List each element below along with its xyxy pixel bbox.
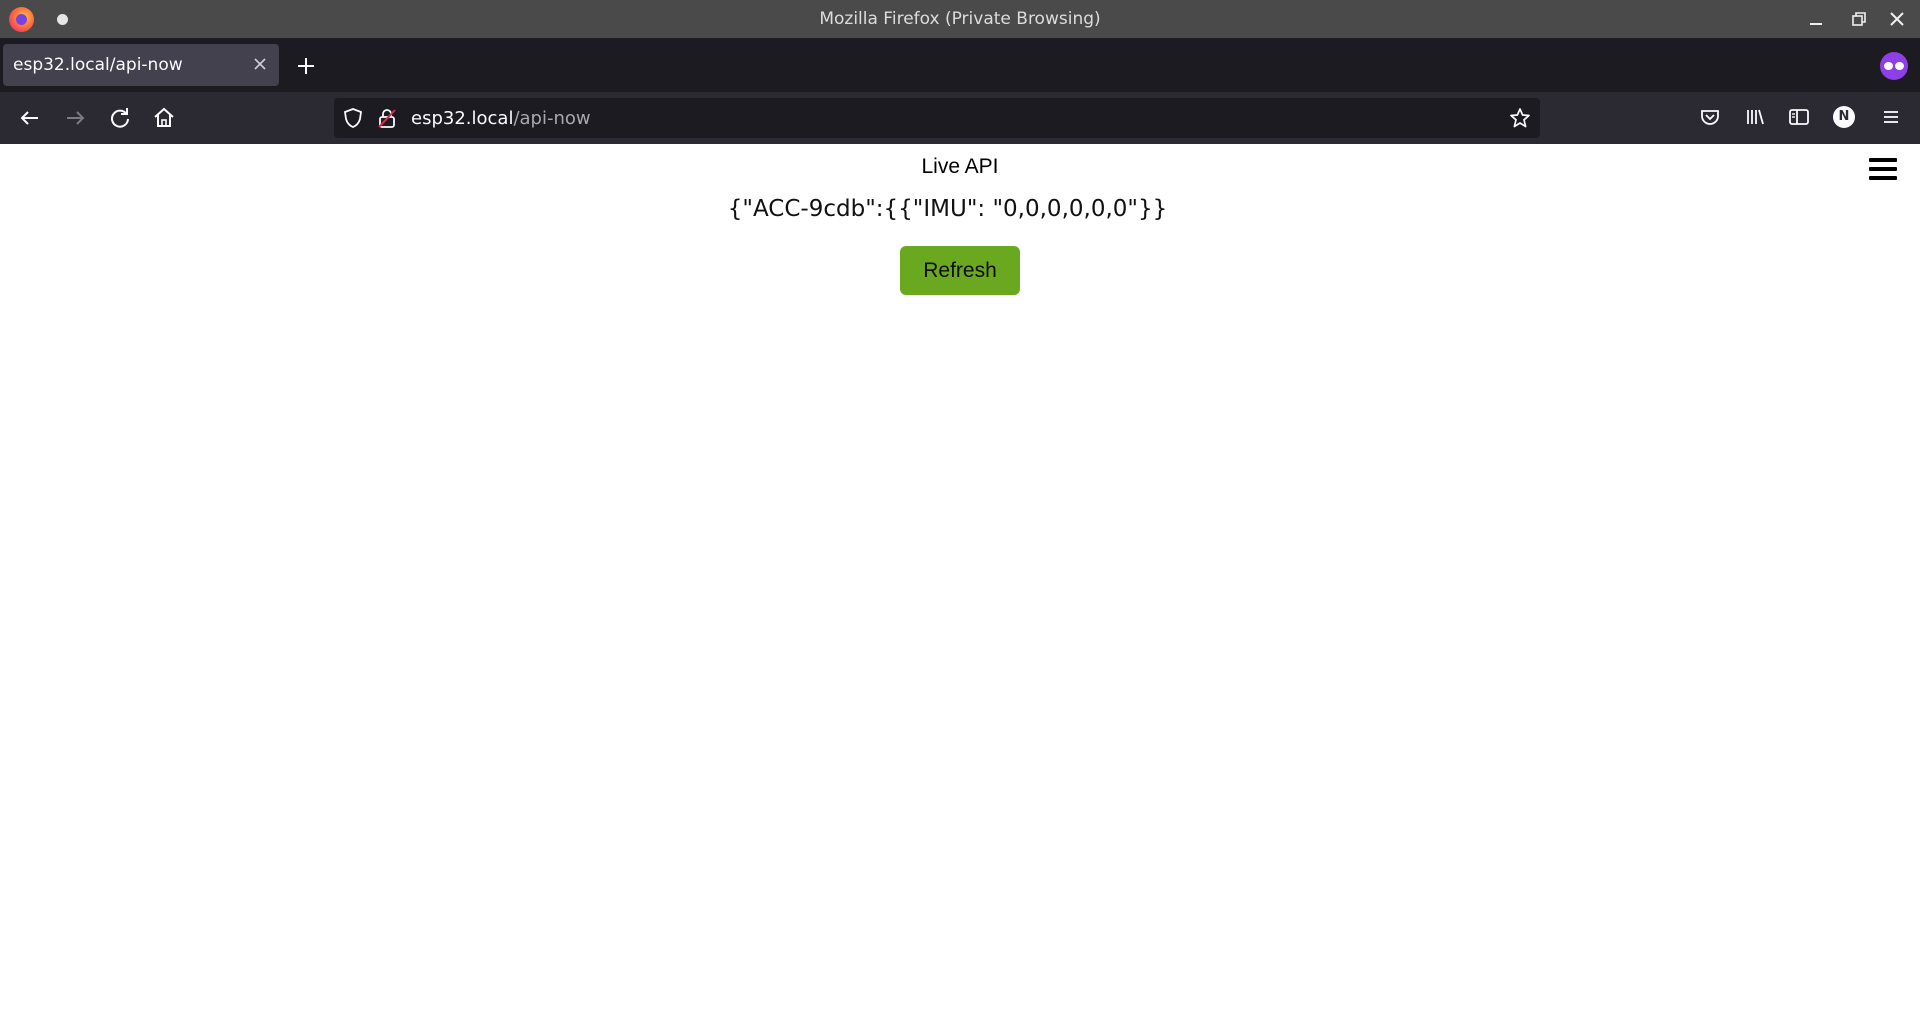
library-icon <box>1747 109 1764 125</box>
forward-icon <box>67 111 85 125</box>
new-tab-icon <box>298 58 314 74</box>
reload-button[interactable] <box>105 103 135 133</box>
app-menu-icon <box>1884 111 1898 123</box>
sidebar-icon <box>1789 109 1809 125</box>
library-button[interactable] <box>1741 103 1769 131</box>
pocket-icon <box>1701 110 1719 125</box>
shield-icon[interactable] <box>342 107 364 129</box>
url-host: esp32.local <box>411 108 514 129</box>
hamburger-bar <box>1869 158 1897 162</box>
page-title: Live API <box>921 155 999 178</box>
reload-icon <box>111 108 129 128</box>
navigation-toolbar: esp32.local/api-now N <box>0 92 1920 144</box>
url-text[interactable]: esp32.local/api-now <box>411 108 591 129</box>
hamburger-bar <box>1869 176 1897 180</box>
url-path: /api-now <box>513 108 591 129</box>
minimize-icon <box>1810 23 1822 25</box>
account-icon[interactable]: N <box>1833 106 1855 128</box>
close-icon <box>1890 12 1904 26</box>
tab-strip: esp32.local/api-now <box>0 38 1920 92</box>
address-bar[interactable]: esp32.local/api-now <box>334 98 1540 138</box>
bookmark-star-icon[interactable] <box>1508 106 1532 130</box>
close-window-button[interactable] <box>1884 6 1910 32</box>
pocket-button[interactable] <box>1696 103 1724 131</box>
sidebar-button[interactable] <box>1785 103 1813 131</box>
page-content: Live API {"ACC-9cdb":{{"IMU": "0,0,0,0,0… <box>0 144 1920 1025</box>
tab-active[interactable]: esp32.local/api-now <box>3 44 279 86</box>
tab-close-button[interactable] <box>249 53 271 75</box>
insecure-lock-icon[interactable] <box>376 107 398 129</box>
hamburger-menu-icon[interactable] <box>1869 157 1897 181</box>
window-title: Mozilla Firefox (Private Browsing) <box>819 9 1101 29</box>
new-tab-button[interactable] <box>292 52 320 80</box>
back-icon <box>20 111 38 125</box>
tab-label: esp32.local/api-now <box>13 55 183 75</box>
window-titlebar: Mozilla Firefox (Private Browsing) <box>0 0 1920 38</box>
maximize-button[interactable] <box>1845 6 1871 32</box>
home-icon <box>154 107 174 127</box>
refresh-button[interactable]: Refresh <box>900 246 1020 295</box>
back-button[interactable] <box>15 103 45 133</box>
api-response-text: {"ACC-9cdb":{{"IMU": "0,0,0,0,0,0"}} <box>727 196 1168 222</box>
forward-button[interactable] <box>60 103 90 133</box>
hamburger-bar <box>1869 167 1897 171</box>
home-button[interactable] <box>149 103 179 133</box>
private-browsing-icon <box>1880 52 1908 80</box>
app-menu-button[interactable] <box>1877 103 1905 131</box>
tab-close-icon <box>254 58 266 70</box>
maximize-icon <box>1852 12 1866 26</box>
minimize-button[interactable] <box>1803 6 1829 32</box>
